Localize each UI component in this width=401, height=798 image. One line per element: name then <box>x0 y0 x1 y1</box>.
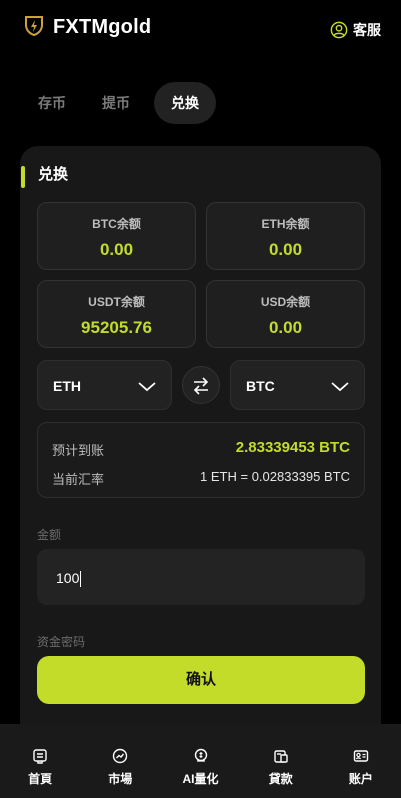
balance-card-btc: BTC余额 0.00 <box>37 202 196 270</box>
nav-label: 市場 <box>108 772 133 786</box>
nav-label: AI量化 <box>182 772 219 786</box>
to-currency-select[interactable]: BTC <box>230 360 365 410</box>
amount-value: 100 <box>56 570 80 586</box>
account-icon <box>353 750 369 762</box>
nav-item-ai-quant[interactable]: AI量化 <box>160 724 240 798</box>
from-currency-select[interactable]: ETH <box>37 360 172 410</box>
nav-label: 账户 <box>348 772 373 786</box>
balance-value: 95205.76 <box>81 318 152 337</box>
nav-item-loan[interactable]: 貸款 <box>241 724 321 798</box>
chevron-down-icon <box>331 382 349 392</box>
balance-card-eth: ETH余额 0.00 <box>206 202 365 270</box>
exchange-info-box: 预计到账 2.83339453 BTC 当前汇率 1 ETH = 0.02833… <box>37 422 365 498</box>
tab-withdraw[interactable]: 提币 <box>90 82 142 124</box>
amount-label: 金额 <box>37 528 62 542</box>
estimated-value: 2.83339453 BTC <box>235 439 350 456</box>
nav-label: 貸款 <box>268 772 293 786</box>
nav-item-home[interactable]: 首頁 <box>0 724 80 798</box>
logo-icon <box>25 16 43 37</box>
app-header: FXTMgold 客服 <box>0 0 401 56</box>
from-currency-value: ETH <box>53 378 81 394</box>
confirm-button[interactable]: 确认 <box>37 656 365 704</box>
loan-icon <box>274 750 288 763</box>
user-circle-icon <box>330 21 348 39</box>
title-accent-bar <box>21 166 25 188</box>
swap-currency-button[interactable] <box>182 366 220 404</box>
nav-item-market[interactable]: 市場 <box>80 724 160 798</box>
fund-password-label: 资金密码 <box>37 635 86 649</box>
balance-label: USDT余额 <box>88 295 145 309</box>
brand-name: FXTMgold <box>53 16 152 38</box>
to-currency-value: BTC <box>246 378 275 394</box>
rate-label: 当前汇率 <box>52 472 105 487</box>
estimated-label: 预计到账 <box>52 443 105 458</box>
balance-label: ETH余额 <box>261 217 310 231</box>
customer-service-button[interactable]: 客服 <box>330 20 381 40</box>
home-icon <box>33 749 47 764</box>
chevron-down-icon <box>138 382 156 392</box>
amount-input[interactable]: 100 <box>37 549 365 605</box>
customer-service-label: 客服 <box>353 22 381 38</box>
balance-card-usdt: USDT余额 95205.76 <box>37 280 196 348</box>
tab-bar: 存币 提币 兑换 <box>26 82 228 124</box>
rate-value: 1 ETH = 0.02833395 BTC <box>200 469 350 484</box>
nav-label: 首頁 <box>28 772 53 786</box>
balance-value: 0.00 <box>268 240 303 259</box>
balance-value: 0.00 <box>268 318 303 337</box>
tab-exchange[interactable]: 兑换 <box>154 82 216 124</box>
balance-label: BTC余额 <box>92 217 141 231</box>
balance-card-usd: USD余额 0.00 <box>206 280 365 348</box>
balance-value: 0.00 <box>99 240 134 259</box>
tab-deposit[interactable]: 存币 <box>26 82 78 124</box>
market-icon <box>113 748 128 764</box>
balance-label: USD余额 <box>260 295 311 309</box>
text-caret <box>80 571 82 588</box>
section-title: 兑换 <box>38 166 69 183</box>
swap-arrows-icon <box>193 377 209 395</box>
ai-quant-icon <box>194 748 207 762</box>
nav-item-account[interactable]: 账户 <box>321 724 401 798</box>
bottom-nav: 首頁 市場 AI量化 貸款 账户 <box>0 724 401 798</box>
